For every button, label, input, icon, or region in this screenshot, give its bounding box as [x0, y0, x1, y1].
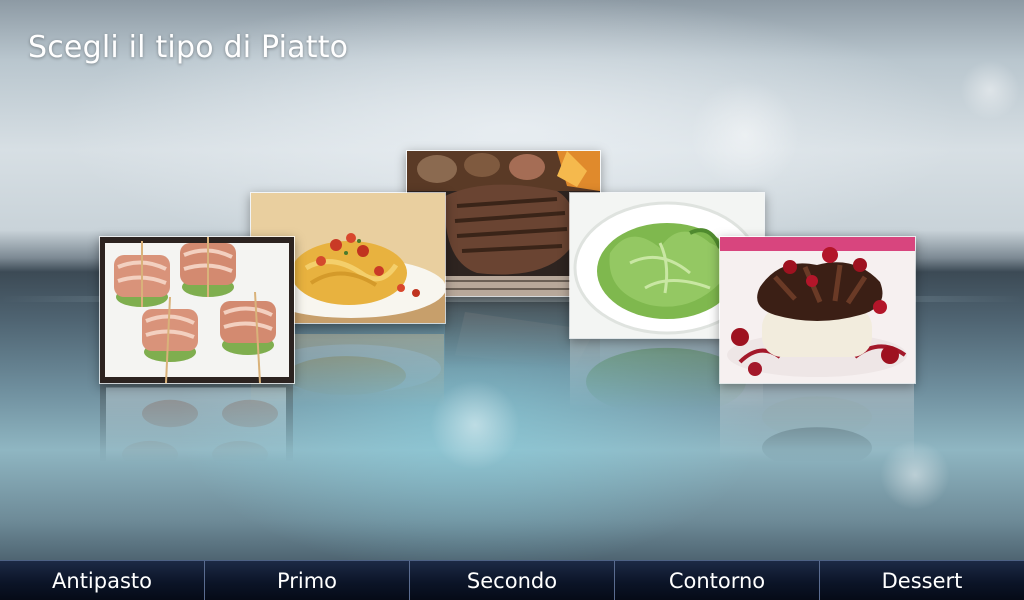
- tab-dessert[interactable]: Dessert: [819, 561, 1024, 600]
- bokeh-light: [960, 60, 1020, 120]
- tab-antipasto[interactable]: Antipasto: [0, 561, 204, 600]
- dessert-reflection: [720, 382, 914, 482]
- tab-contorno[interactable]: Contorno: [614, 561, 819, 600]
- page-title: Scegli il tipo di Piatto: [28, 30, 349, 65]
- chocolate-cherry-dessert-image: [720, 237, 915, 383]
- bokeh-light: [690, 80, 800, 190]
- tab-primo[interactable]: Primo: [204, 561, 409, 600]
- dish-category-tab-bar: Antipasto Primo Secondo Contorno Dessert: [0, 560, 1024, 600]
- bacon-wrapped-cucumber-rolls-image: [100, 237, 294, 383]
- dish-card-dessert[interactable]: [719, 236, 916, 384]
- dish-type-selector-screen: Scegli il tipo di Piatto Antipasto Primo…: [0, 0, 1024, 600]
- dish-card-antipasto[interactable]: [99, 236, 295, 384]
- tab-secondo[interactable]: Secondo: [409, 561, 614, 600]
